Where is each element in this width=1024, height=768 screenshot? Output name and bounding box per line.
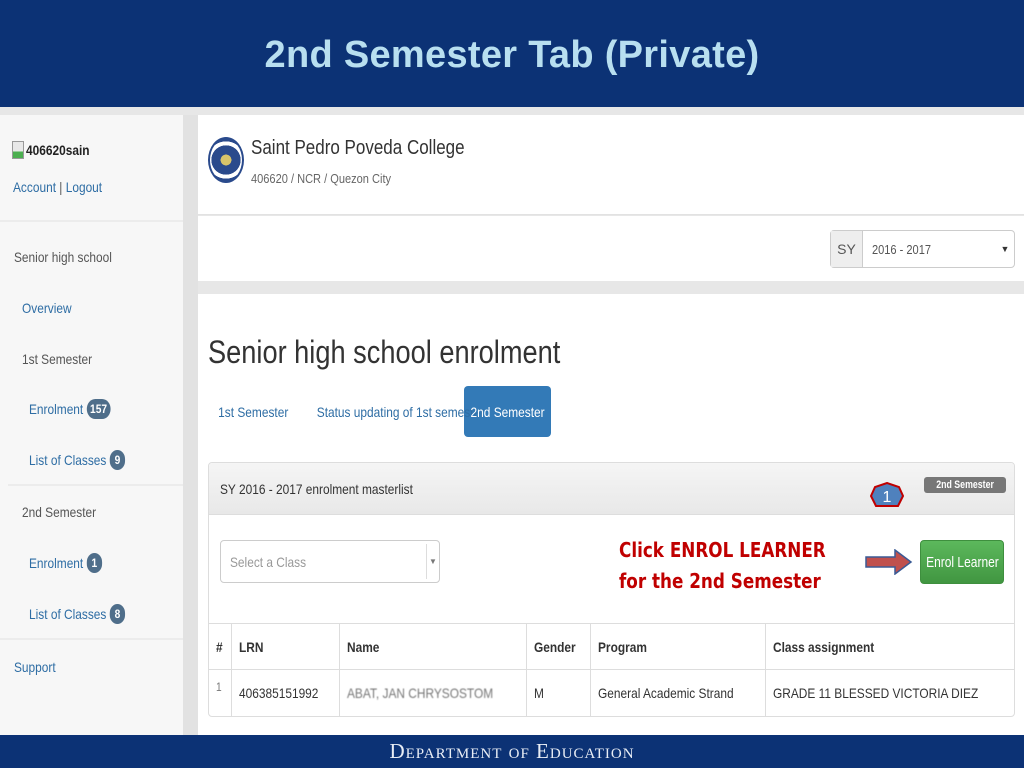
column-header-name: Name xyxy=(339,623,528,670)
account-links: Account | Logout xyxy=(13,179,102,195)
class-select[interactable]: Select a Class ▼ xyxy=(220,540,440,583)
caret-down-icon: ▼ xyxy=(426,544,439,579)
school-meta: 406620 / NCR / Quezon City xyxy=(251,171,392,186)
school-header: Saint Pedro Poveda College 406620 / NCR … xyxy=(198,115,1024,215)
divider xyxy=(0,638,183,640)
sidebar: 406620sain Account | Logout Senior high … xyxy=(0,115,183,735)
cell-gender: M xyxy=(526,669,592,716)
user-block: 406620sain Account | Logout xyxy=(0,115,183,222)
footer-text: Department of Education xyxy=(389,739,635,763)
class-select-placeholder: Select a Class xyxy=(230,553,307,570)
tab-1st-semester[interactable]: 1st Semester xyxy=(208,386,300,437)
instruction-annotation: Click ENROL LEARNER for the 2nd Semester xyxy=(619,535,826,597)
sidebar-heading-2nd-semester: 2nd Semester xyxy=(22,504,96,520)
column-header-class-assignment: Class assignment xyxy=(764,623,1014,670)
cell-num: 1 xyxy=(209,669,232,716)
sidebar-item-1st-list-of-classes[interactable]: List of Classes 9 xyxy=(29,450,126,470)
callout-number-marker: 1 xyxy=(870,482,904,507)
annotation-line-2: for the 2nd Semester xyxy=(619,569,821,593)
cell-class-assignment: GRADE 11 BLESSED VICTORIA DIEZ xyxy=(764,669,1014,716)
table-header-row: # LRN Name Gender Program Class assignme… xyxy=(209,623,1014,670)
main-content: Senior high school enrolment 1st Semeste… xyxy=(198,294,1024,735)
sidebar-item-label: Support xyxy=(14,659,56,675)
tab-label: 1st Semester xyxy=(218,403,289,420)
cell-lrn: 406385151992 xyxy=(230,669,341,716)
masterlist-title: SY 2016 - 2017 enrolment masterlist xyxy=(220,481,413,497)
logout-link[interactable]: Logout xyxy=(66,179,102,195)
column-header-num: # xyxy=(209,623,232,670)
right-arrow-icon xyxy=(865,549,913,575)
cell-name: ABAT, JAN CHRYSOSTOM xyxy=(339,669,528,716)
sy-addon-label: SY xyxy=(831,231,863,267)
sidebar-item-2nd-enrolment[interactable]: Enrolment 1 xyxy=(29,553,102,573)
school-seal-icon xyxy=(208,137,244,183)
sy-selected-value: 2016 - 2017 xyxy=(872,241,931,257)
sidebar-heading-1st-semester: 1st Semester xyxy=(22,351,92,367)
slide-header: 2nd Semester Tab (Private) xyxy=(0,0,1024,107)
page-title: Senior high school enrolment xyxy=(208,334,561,370)
column-header-program: Program xyxy=(590,623,766,670)
enrolment-masterlist-panel: SY 2016 - 2017 enrolment masterlist 1 2n… xyxy=(208,462,1015,717)
sidebar-item-label: 2nd Semester xyxy=(22,504,97,520)
cell-program: General Academic Strand xyxy=(590,669,766,716)
slide-title: 2nd Semester Tab (Private) xyxy=(264,34,760,76)
annotation-line-1: Click ENROL LEARNER xyxy=(619,538,826,562)
button-label: Enrol Learner xyxy=(925,553,999,571)
app-screenshot: 406620sain Account | Logout Senior high … xyxy=(0,107,1024,735)
sidebar-item-2nd-list-of-classes[interactable]: List of Classes 8 xyxy=(29,604,126,624)
username: 406620sain xyxy=(26,142,90,158)
sidebar-heading-senior-high[interactable]: Senior high school xyxy=(14,249,112,265)
semester-tabs: 1st Semester Status updating of 1st seme… xyxy=(208,386,551,437)
sidebar-item-support[interactable]: Support xyxy=(14,659,56,675)
sidebar-item-label: 1st Semester xyxy=(22,351,93,367)
panel-heading: SY 2016 - 2017 enrolment masterlist 1 2n… xyxy=(209,463,1014,515)
count-badge: 1 xyxy=(86,553,102,573)
sidebar-item-label: List of Classes xyxy=(29,452,107,468)
tab-label: 2nd Semester xyxy=(470,403,545,420)
tab-label: Status updating of 1st semester xyxy=(316,403,485,420)
column-header-gender: Gender xyxy=(526,623,592,670)
user-avatar-icon xyxy=(12,141,24,159)
semester-label: 2nd Semester xyxy=(923,477,1006,493)
tab-status-updating[interactable]: Status updating of 1st semester xyxy=(300,386,484,437)
count-badge: 8 xyxy=(109,604,126,624)
sidebar-item-label: Enrolment xyxy=(29,401,84,417)
callout-number: 1 xyxy=(883,489,892,506)
school-name: Saint Pedro Poveda College xyxy=(251,137,465,159)
sidebar-gutter xyxy=(183,115,198,735)
sidebar-item-label: List of Classes xyxy=(29,606,107,622)
school-year-bar: SY 2016 - 2017 ▼ xyxy=(198,216,1024,281)
divider xyxy=(8,484,183,486)
sidebar-item-label: Senior high school xyxy=(14,249,112,265)
school-year-select[interactable]: SY 2016 - 2017 ▼ xyxy=(830,230,1015,268)
sidebar-item-label: Overview xyxy=(22,300,72,316)
sidebar-item-overview[interactable]: Overview xyxy=(22,300,72,316)
masterlist-table: # LRN Name Gender Program Class assignme… xyxy=(209,623,1014,716)
sidebar-item-1st-enrolment[interactable]: Enrolment 157 xyxy=(29,399,111,419)
table-row: 1 406385151992 ABAT, JAN CHRYSOSTOM M Ge… xyxy=(209,669,1014,716)
enrol-learner-button[interactable]: Enrol Learner xyxy=(920,540,1004,584)
count-badge: 157 xyxy=(86,399,111,419)
slide-footer: Department of Education xyxy=(0,735,1024,768)
count-badge: 9 xyxy=(109,450,126,470)
sidebar-item-label: Enrolment xyxy=(29,555,84,571)
caret-down-icon: ▼ xyxy=(1000,244,1010,254)
account-link[interactable]: Account xyxy=(13,179,56,195)
column-header-lrn: LRN xyxy=(230,623,341,670)
tab-2nd-semester[interactable]: 2nd Semester xyxy=(464,386,551,437)
user-row: 406620sain xyxy=(12,141,101,159)
separator: | xyxy=(59,179,63,195)
semester-label-text: 2nd Semester xyxy=(936,479,994,491)
